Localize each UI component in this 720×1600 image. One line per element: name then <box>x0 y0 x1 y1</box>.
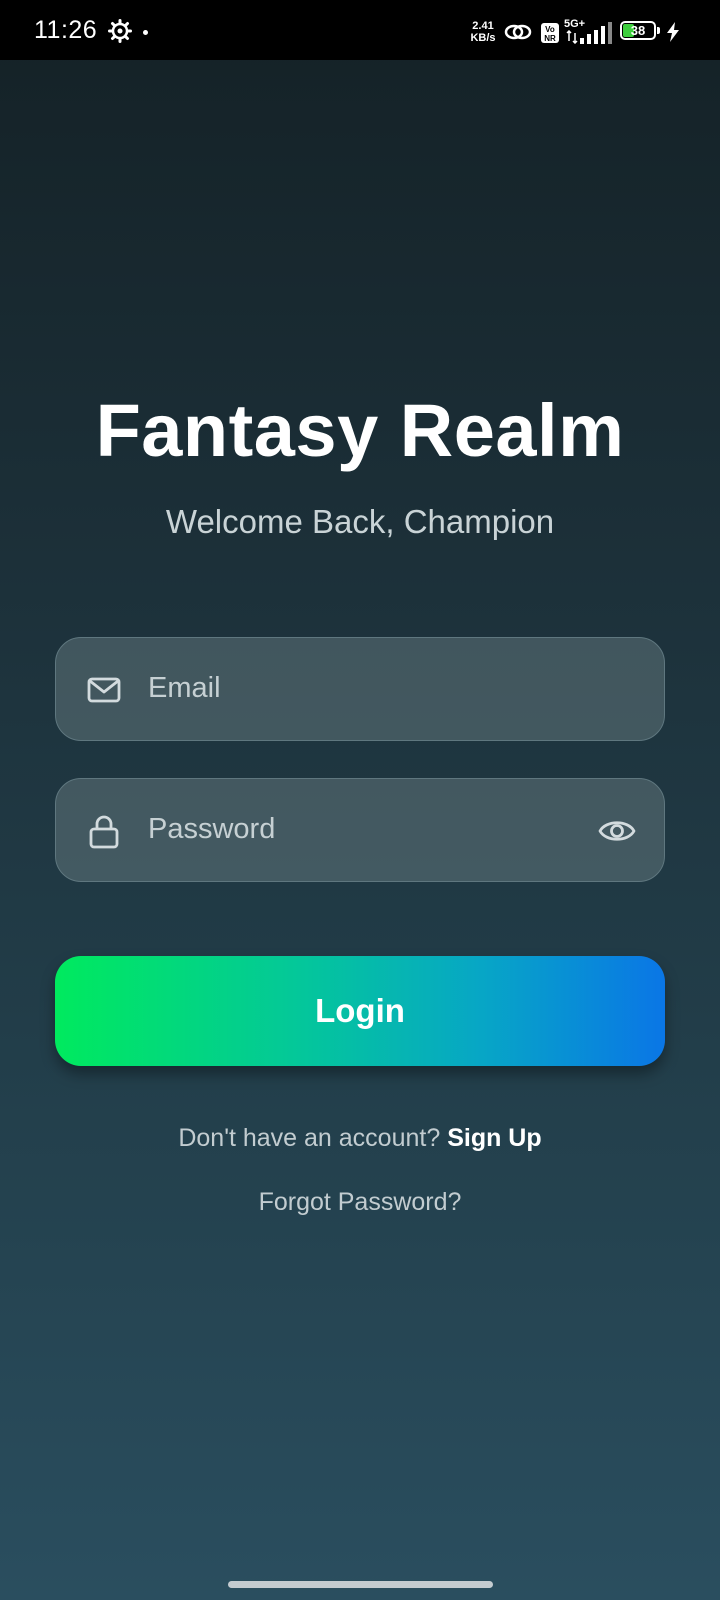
login-button[interactable]: Login <box>55 956 665 1066</box>
email-field[interactable]: Email <box>55 637 665 741</box>
mail-icon <box>87 677 121 703</box>
svg-text:Vo: Vo <box>545 25 555 34</box>
battery-cap <box>657 27 660 34</box>
forgot-password-link[interactable]: Forgot Password? <box>0 1188 720 1217</box>
password-field[interactable]: Password <box>55 778 665 882</box>
battery-level: 38 <box>630 23 646 38</box>
volte-nr-icon: Vo NR <box>541 23 559 43</box>
charging-bolt-icon <box>667 22 679 42</box>
network-speed: 2.41 KB/s <box>468 20 498 44</box>
eye-icon[interactable] <box>598 815 636 847</box>
status-bar: 11:26 2.41 KB/s Vo NR 5G+ 38 <box>0 0 720 60</box>
status-time: 11:26 <box>34 16 98 44</box>
notification-dot <box>143 30 148 35</box>
network-speed-value: 2.41 <box>472 20 494 32</box>
network-speed-unit: KB/s <box>470 32 496 44</box>
settings-gear-icon <box>108 19 132 43</box>
signal-strength-icon <box>580 22 612 44</box>
email-placeholder: Email <box>148 672 221 704</box>
signup-prompt: Don't have an account? Sign Up <box>0 1124 720 1153</box>
password-placeholder: Password <box>148 813 276 845</box>
app-title: Fantasy Realm <box>95 389 625 472</box>
signup-link[interactable]: Sign Up <box>447 1124 541 1152</box>
lock-icon <box>89 815 119 849</box>
battery-icon: 38 <box>620 21 656 40</box>
home-indicator[interactable] <box>228 1581 493 1588</box>
welcome-subtitle: Welcome Back, Champion <box>165 503 555 540</box>
data-arrows-icon <box>566 30 578 44</box>
no-account-text: Don't have an account? <box>178 1124 441 1152</box>
svg-text:NR: NR <box>544 34 556 43</box>
hotspot-link-icon <box>504 24 532 40</box>
